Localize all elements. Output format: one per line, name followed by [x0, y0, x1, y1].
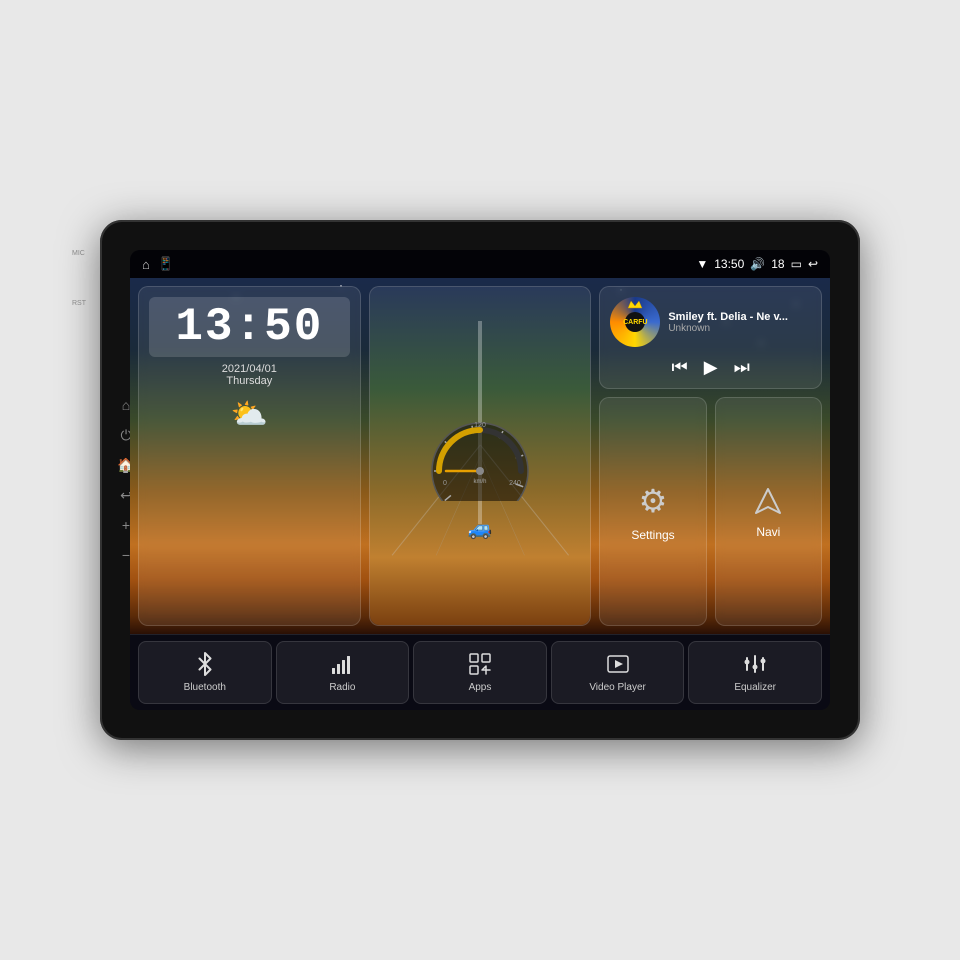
clock-date: 2021/04/01 [149, 363, 350, 375]
phone-icon[interactable]: 📱 [158, 256, 174, 272]
apps-button[interactable]: Apps [413, 641, 547, 704]
clock-day: Thursday [149, 375, 350, 387]
apps-icon [468, 652, 492, 676]
speedometer-container: 0 120 240 km/h [425, 411, 535, 501]
apps-label: Apps [469, 682, 492, 693]
content-grid: 13:50 2021/04/01 Thursday ⛅ [130, 278, 830, 634]
clock-time: 13:50 [149, 297, 350, 357]
svg-text:240: 240 [509, 480, 521, 487]
mic-label: MIC [72, 250, 85, 257]
video-icon [606, 652, 630, 676]
radio-icon [330, 652, 354, 676]
music-widget[interactable]: CARFU Smiley ft. Delia - Ne v... Unknown… [599, 286, 822, 389]
settings-label: Settings [631, 528, 674, 542]
main-content: 13:50 2021/04/01 Thursday ⛅ [130, 278, 830, 634]
settings-widget[interactable]: ⚙ Settings [599, 397, 706, 626]
speedometer-widget[interactable]: 🚙 [369, 286, 592, 626]
svg-text:120: 120 [474, 422, 486, 429]
clock-widget[interactable]: 13:50 2021/04/01 Thursday ⛅ [138, 286, 361, 626]
status-bar: ⌂ 📱 ▼ 13:50 🔊 18 ▭ ↩ [130, 250, 830, 278]
battery-icon: ▭ [791, 257, 802, 271]
top-row: 13:50 2021/04/01 Thursday ⛅ [138, 286, 822, 626]
music-top: CARFU Smiley ft. Delia - Ne v... Unknown [610, 297, 811, 347]
music-title: Smiley ft. Delia - Ne v... [668, 311, 811, 323]
wifi-icon: ▼ [696, 257, 708, 271]
navi-icon [752, 485, 784, 517]
status-right: ▼ 13:50 🔊 18 ▭ ↩ [696, 257, 818, 271]
music-artist: Unknown [668, 323, 811, 334]
video-player-button[interactable]: Video Player [551, 641, 685, 704]
equalizer-label: Equalizer [734, 682, 776, 693]
svg-text:0: 0 [443, 480, 447, 487]
bluetooth-icon [193, 652, 217, 676]
settings-navi-row: ⚙ Settings Navi [599, 397, 822, 626]
home-icon[interactable]: ⌂ [142, 257, 150, 272]
play-button[interactable]: ▶ [704, 357, 718, 378]
bottom-bar: Bluetooth Radio [130, 634, 830, 710]
rst-label: RST [72, 300, 86, 307]
volume-level: 18 [771, 257, 784, 271]
bluetooth-button[interactable]: Bluetooth [138, 641, 272, 704]
bluetooth-label: Bluetooth [184, 682, 226, 693]
status-time: 13:50 [714, 257, 744, 271]
prev-button[interactable]: ⏮ [672, 357, 688, 378]
equalizer-icon [743, 652, 767, 676]
navi-widget[interactable]: Navi [715, 397, 822, 626]
volume-icon: 🔊 [750, 257, 765, 271]
car-icon: 🚙 [468, 516, 493, 541]
screen: ⌂ 📱 ▼ 13:50 🔊 18 ▭ ↩ [130, 250, 830, 710]
back-nav-icon[interactable]: ↩ [808, 257, 818, 271]
status-left: ⌂ 📱 [142, 256, 174, 272]
svg-text:km/h: km/h [473, 479, 486, 485]
next-button[interactable]: ⏭ [734, 357, 750, 378]
right-column: CARFU Smiley ft. Delia - Ne v... Unknown… [599, 286, 822, 626]
radio-label: Radio [329, 682, 355, 693]
device: MIC RST ⌂ ⏻ 🏠 ↩ + − ⌂ 📱 ▼ 13:50 🔊 18 ▭ ↩ [100, 220, 860, 740]
equalizer-button[interactable]: Equalizer [688, 641, 822, 704]
video-player-label: Video Player [589, 682, 646, 693]
radio-button[interactable]: Radio [276, 641, 410, 704]
navi-label: Navi [756, 525, 780, 539]
weather-icon: ⛅ [149, 397, 350, 432]
settings-icon: ⚙ [639, 482, 668, 520]
album-art: CARFU [610, 297, 660, 347]
music-controls: ⏮ ▶ ⏭ [610, 357, 811, 378]
music-info: Smiley ft. Delia - Ne v... Unknown [668, 311, 811, 334]
